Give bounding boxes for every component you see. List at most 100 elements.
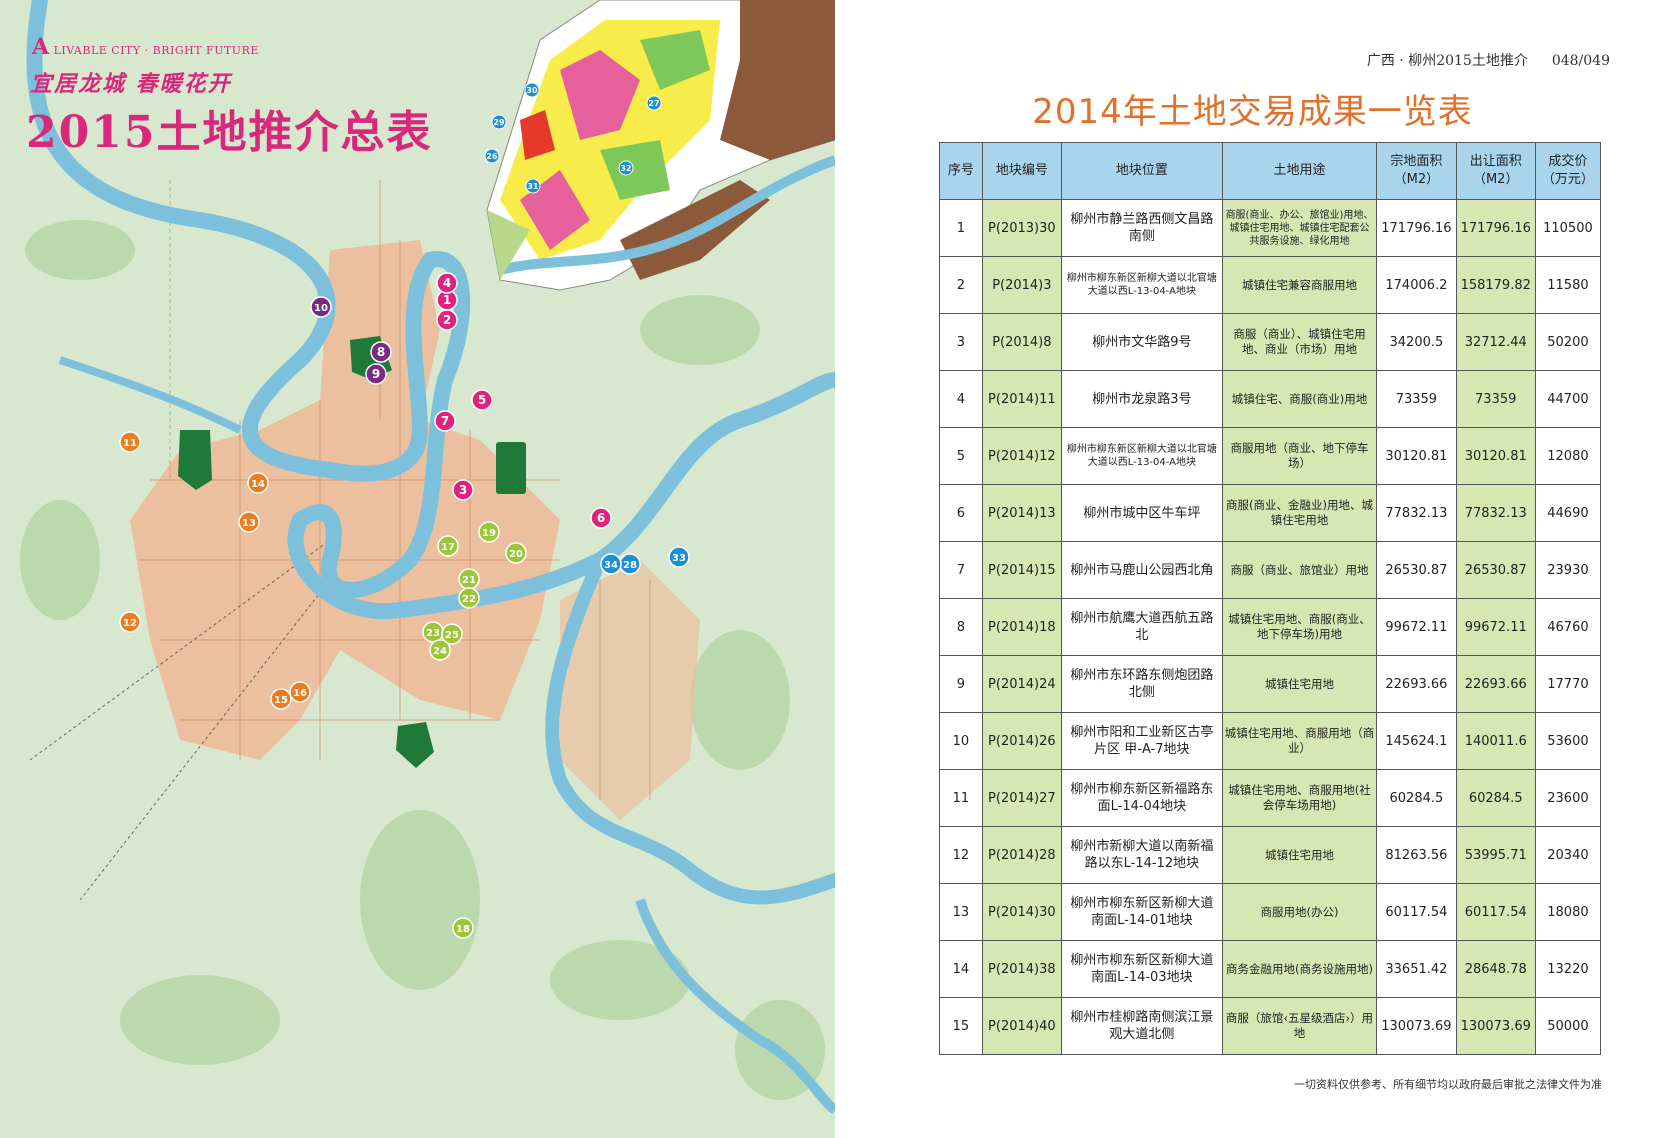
marker-label: 23 [426, 628, 440, 639]
table-row: 3 P(2014)8 柳州市文华路9号 商服（商业）、城镇住宅用地、商业（市场）用地 3… [939, 313, 1602, 371]
logo-tagline: LIVABLE CITY · BRIGHT FUTURE [53, 44, 259, 57]
land-use: 商服（商业）、城镇住宅用地、商业（市场）用地 [1221, 313, 1378, 371]
column-header: 序号 [939, 142, 983, 200]
page-title: 2014年土地交易成果一览表 [1032, 92, 1473, 132]
parcel-marker[interactable]: 4 [436, 272, 458, 294]
parcel-code: P(2014)11 [981, 370, 1063, 428]
inset-parcel-marker[interactable]: 27 [646, 95, 662, 111]
table-row: 1 P(2013)30 柳州市静兰路西侧文昌路南侧 商服(商业、办公、旅馆业)用地、城… [939, 199, 1602, 257]
parcel-marker[interactable]: 3 [452, 479, 474, 501]
inset-parcel-marker[interactable]: 31 [525, 178, 541, 194]
deal-price: 13220 [1534, 940, 1602, 998]
marker-label: 7 [441, 414, 449, 428]
map-title: 2015土地推介总表 [26, 107, 433, 158]
parcel-code: P(2014)12 [981, 427, 1063, 485]
row-number: 3 [939, 313, 983, 371]
deal-price: 12080 [1534, 427, 1602, 485]
land-transaction-table: 序号 地块编号 地块位置 土地用途 宗地面积（M2） 出让面积（M2） 成交价（万元） 1P… [939, 142, 1602, 1055]
transfer-area: 26530.87 [1455, 541, 1536, 599]
disclaimer: 一切资料仅供参考、所有细节均以政府最后审批之法律文件为准 [1294, 1078, 1602, 1091]
parcel-marker[interactable]: 34 [600, 553, 622, 575]
parcel-marker[interactable]: 18 [452, 917, 474, 939]
inset-parcel-marker[interactable]: 32 [618, 160, 634, 176]
parcel-marker[interactable]: 7 [434, 410, 456, 432]
parcel-location: 柳州市新柳大道以南新福路以东L-14-12地块 [1061, 826, 1223, 884]
column-header: 出让面积（M2） [1455, 142, 1536, 200]
parcel-code: P(2014)13 [981, 484, 1063, 542]
parcel-marker[interactable]: 11 [119, 431, 141, 453]
parcel-marker[interactable]: 9 [365, 363, 387, 385]
row-number: 13 [939, 883, 983, 941]
marker-label: 29 [493, 118, 505, 127]
parcel-marker[interactable]: 8 [370, 341, 392, 363]
row-number: 8 [939, 598, 983, 656]
table-header-row: 序号 地块编号 地块位置 土地用途 宗地面积（M2） 出让面积（M2） 成交价（万元） [939, 142, 1602, 200]
marker-label: 34 [604, 560, 618, 571]
parcel-area: 22693.66 [1376, 655, 1457, 713]
deal-price: 110500 [1534, 199, 1602, 257]
row-number: 15 [939, 997, 983, 1055]
parcel-marker[interactable]: 5 [471, 389, 493, 411]
parcel-marker[interactable]: 13 [238, 511, 260, 533]
marker-label: 13 [242, 518, 256, 529]
land-use: 城镇住宅用地 [1221, 826, 1378, 884]
marker-label: 1 [443, 293, 451, 307]
logo-livable-city: A LIVABLE CITY · BRIGHT FUTURE [32, 34, 259, 60]
parcel-location: 柳州市柳东新区新福路东面L-14-04地块 [1061, 769, 1223, 827]
parcel-marker[interactable]: 28 [619, 553, 641, 575]
parcel-marker[interactable]: 23 [422, 621, 444, 643]
parcel-marker[interactable]: 17 [437, 535, 459, 557]
parcel-marker[interactable]: 21 [458, 568, 480, 590]
deal-price: 53600 [1534, 712, 1602, 770]
marker-label: 16 [293, 688, 307, 699]
map-slogan: 宜居龙城 春暖花开 [30, 71, 232, 97]
transfer-area: 77832.13 [1455, 484, 1536, 542]
marker-label: 31 [527, 182, 539, 191]
parcel-area: 60117.54 [1376, 883, 1457, 941]
table-row: 12 P(2014)28 柳州市新柳大道以南新福路以东L-14-12地块 城镇住宅用地… [939, 826, 1602, 884]
land-use: 商服（旅馆‹五星级酒店›）用地 [1221, 997, 1378, 1055]
marker-label: 4 [443, 276, 451, 290]
inset-parcel-marker[interactable]: 26 [484, 148, 500, 164]
parcel-area: 130073.69 [1376, 997, 1457, 1055]
deal-price: 23930 [1534, 541, 1602, 599]
parcel-marker[interactable]: 22 [458, 587, 480, 609]
parcel-code: P(2013)30 [981, 199, 1063, 257]
parcel-marker[interactable]: 2 [436, 309, 458, 331]
marker-label: 18 [456, 924, 470, 935]
parcel-code: P(2014)30 [981, 883, 1063, 941]
marker-label: 9 [372, 367, 380, 381]
marker-label: 8 [377, 345, 385, 359]
inset-parcel-marker[interactable]: 30 [524, 82, 540, 98]
marker-label: 33 [672, 553, 686, 564]
marker-label: 11 [123, 438, 137, 449]
parcel-marker[interactable]: 15 [270, 688, 292, 710]
parcel-marker[interactable]: 10 [310, 296, 332, 318]
parcel-marker[interactable]: 19 [478, 521, 500, 543]
marker-label: 22 [462, 594, 476, 605]
table-row: 10 P(2014)26 柳州市阳和工业新区古亭片区 甲-A-7地块 城镇住宅用地、商… [939, 712, 1602, 770]
inset-parcel-marker[interactable]: 29 [491, 114, 507, 130]
parcel-area: 26530.87 [1376, 541, 1457, 599]
marker-label: 26 [486, 152, 498, 161]
table-row: 13 P(2014)30 柳州市柳东新区新柳大道南面L-14-01地块 商服用地(办公… [939, 883, 1602, 941]
transfer-area: 171796.16 [1455, 199, 1536, 257]
marker-label: 24 [433, 646, 447, 657]
parcel-marker[interactable]: 14 [247, 472, 269, 494]
parcel-marker[interactable]: 20 [505, 542, 527, 564]
parcel-area: 174006.2 [1376, 256, 1457, 314]
parcel-marker[interactable]: 25 [441, 623, 463, 645]
parcel-marker[interactable]: 16 [289, 681, 311, 703]
table-row: 8 P(2014)18 柳州市航鹰大道西航五路北 城镇住宅用地、商服(商业、地下停车场… [939, 598, 1602, 656]
land-use: 城镇住宅用地 [1221, 655, 1378, 713]
parcel-marker[interactable]: 6 [590, 507, 612, 529]
parcel-marker[interactable]: 12 [119, 611, 141, 633]
table-row: 15 P(2014)40 柳州市桂柳路南侧滨江景观大道北侧 商服（旅馆‹五星级酒店›）… [939, 997, 1602, 1055]
parcel-marker[interactable]: 33 [668, 546, 690, 568]
land-use: 商服(商业、办公、旅馆业)用地、城镇住宅用地、城镇住宅配套公共服务设施、绿化用地 [1221, 199, 1378, 257]
marker-label: 17 [441, 542, 455, 553]
parcel-location: 柳州市柳东新区新柳大道南面L-14-03地块 [1061, 940, 1223, 998]
table-row: 11 P(2014)27 柳州市柳东新区新福路东面L-14-04地块 城镇住宅用地、商… [939, 769, 1602, 827]
marker-label: 6 [597, 511, 605, 525]
column-header: 土地用途 [1221, 142, 1378, 200]
